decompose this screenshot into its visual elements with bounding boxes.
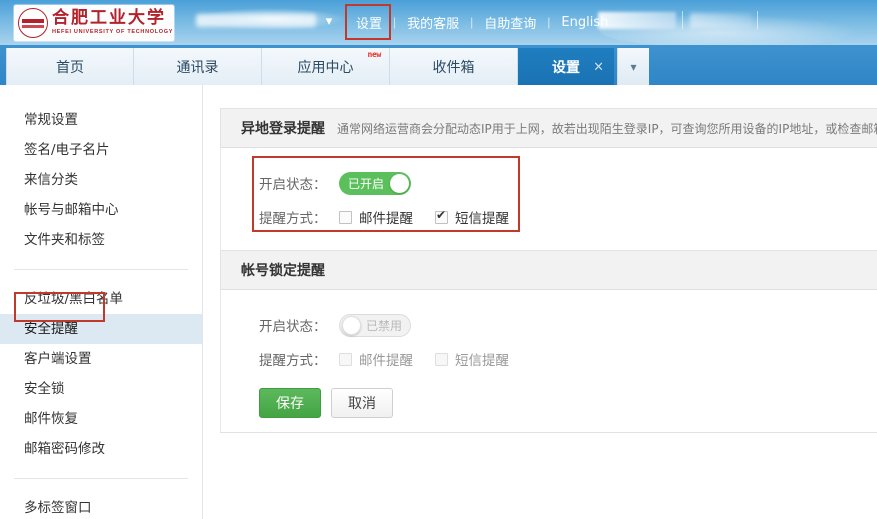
- row-enable-status-2: 开启状态： 已禁用: [221, 308, 877, 342]
- notify-method-label: 提醒方式：: [259, 211, 327, 227]
- section-header-remote-login: 异地登录提醒 通常网络运营商会分配动态IP用于上网，故若出现陌生登录IP，可查询…: [220, 108, 877, 148]
- top-nav: 设置 | 我的客服 | 自助查询 | English: [345, 10, 619, 34]
- top-nav-item-settings[interactable]: 设置: [345, 13, 393, 32]
- top-right-blurred-1: [598, 12, 676, 29]
- tab-label: 应用中心: [297, 59, 354, 76]
- cancel-button[interactable]: 取消: [331, 388, 393, 418]
- university-logo[interactable]: 合肥工业大学 HEFEI UNIVERSITY OF TECHNOLOGY: [14, 5, 174, 41]
- sidebar-item-account-center[interactable]: 帐号与邮箱中心: [0, 195, 202, 225]
- notify-method-label: 提醒方式：: [259, 353, 327, 369]
- account-lock-toggle[interactable]: 已禁用: [339, 313, 411, 337]
- settings-sidebar: 常规设置 签名/电子名片 来信分类 帐号与邮箱中心 文件夹和标签 反垃圾/黑白名…: [0, 85, 203, 519]
- checkbox-box[interactable]: [339, 352, 352, 366]
- section-header-account-lock: 帐号锁定提醒: [220, 250, 877, 290]
- top-right-blurred-2: [690, 13, 752, 28]
- tab-app-center[interactable]: 应用中心 new: [262, 48, 390, 85]
- enable-status-label: 开启状态：: [259, 319, 327, 335]
- checkbox-box[interactable]: [435, 209, 448, 224]
- tab-contacts[interactable]: 通讯录: [134, 48, 262, 85]
- checkbox-label: 短信提醒: [455, 211, 509, 227]
- tab-label: 通讯录: [176, 59, 219, 76]
- row-enable-status-1: 开启状态： 已开启: [221, 166, 877, 200]
- action-button-row: 保存 取消: [221, 388, 877, 418]
- top-header-bar: 合肥工业大学 HEFEI UNIVERSITY OF TECHNOLOGY ▾ …: [0, 0, 877, 45]
- toggle-label: 已禁用: [366, 318, 403, 333]
- user-email-blurred: [196, 14, 316, 27]
- checkbox-box[interactable]: [339, 210, 352, 224]
- chevron-down-icon: ▾: [630, 59, 637, 74]
- toggle-knob: [390, 173, 409, 193]
- sidebar-item-multi-tab[interactable]: 多标签窗口: [0, 493, 202, 519]
- new-badge: new: [367, 50, 381, 59]
- section-body-remote-login: 开启状态： 已开启 提醒方式： 邮件提醒 短信提醒: [220, 148, 877, 250]
- checkbox-sms-alert-2[interactable]: 短信提醒: [435, 349, 509, 369]
- sidebar-item-mail-recovery[interactable]: 邮件恢复: [0, 404, 202, 434]
- logo-chinese-name: 合肥工业大学: [52, 8, 166, 29]
- enable-status-label: 开启状态：: [259, 177, 327, 193]
- sidebar-item-general[interactable]: 常规设置: [0, 105, 202, 135]
- sidebar-item-security-alert[interactable]: 安全提醒: [0, 314, 202, 344]
- sidebar-divider: [14, 478, 188, 479]
- checkbox-sms-alert-1[interactable]: 短信提醒: [435, 207, 509, 227]
- sidebar-item-mail-filter[interactable]: 来信分类: [0, 165, 202, 195]
- section-title: 异地登录提醒: [241, 121, 325, 137]
- sidebar-item-security-lock[interactable]: 安全锁: [0, 374, 202, 404]
- toggle-knob: [342, 315, 361, 335]
- sidebar-item-antispam[interactable]: 反垃圾/黑白名单: [0, 284, 202, 314]
- row-notify-method-1: 提醒方式： 邮件提醒 短信提醒: [221, 200, 877, 234]
- checkbox-label: 邮件提醒: [359, 211, 413, 227]
- tab-strip: 首页 通讯录 应用中心 new 收件箱 设置 × ▾: [0, 45, 877, 85]
- tab-inbox[interactable]: 收件箱: [390, 48, 518, 85]
- remote-login-toggle[interactable]: 已开启: [339, 171, 411, 195]
- tab-overflow-button[interactable]: ▾: [617, 48, 649, 85]
- toggle-label: 已开启: [348, 176, 385, 191]
- section-body-account-lock: 开启状态： 已禁用 提醒方式： 邮件提醒 短信提醒 保存 取消: [220, 290, 877, 433]
- close-icon[interactable]: ×: [593, 59, 604, 74]
- settings-main-panel: 异地登录提醒 通常网络运营商会分配动态IP用于上网，故若出现陌生登录IP，可查询…: [220, 108, 877, 433]
- sidebar-item-client-settings[interactable]: 客户端设置: [0, 344, 202, 374]
- checkbox-box[interactable]: [435, 352, 448, 366]
- tab-label: 收件箱: [432, 59, 475, 76]
- sidebar-item-signature[interactable]: 签名/电子名片: [0, 135, 202, 165]
- section-title: 帐号锁定提醒: [241, 263, 325, 279]
- top-nav-item-support[interactable]: 我的客服: [396, 13, 470, 32]
- row-notify-method-2: 提醒方式： 邮件提醒 短信提醒: [221, 342, 877, 376]
- checkbox-email-alert-2[interactable]: 邮件提醒: [339, 349, 413, 369]
- tab-home[interactable]: 首页: [6, 48, 134, 85]
- checkbox-label: 短信提醒: [455, 353, 509, 369]
- tab-settings[interactable]: 设置 ×: [518, 48, 614, 85]
- university-seal-icon: [18, 8, 48, 38]
- mail-settings-page: 合肥工业大学 HEFEI UNIVERSITY OF TECHNOLOGY ▾ …: [0, 0, 877, 519]
- save-button[interactable]: 保存: [259, 388, 321, 418]
- chevron-down-icon[interactable]: ▾: [322, 14, 336, 28]
- sidebar-item-folders-labels[interactable]: 文件夹和标签: [0, 225, 202, 255]
- tab-label: 设置: [552, 59, 580, 76]
- nav-separator: [682, 11, 683, 29]
- sidebar-item-change-password[interactable]: 邮箱密码修改: [0, 434, 202, 464]
- top-nav-item-selfservice[interactable]: 自助查询: [473, 13, 547, 32]
- checkbox-email-alert-1[interactable]: 邮件提醒: [339, 207, 413, 227]
- checkbox-label: 邮件提醒: [359, 353, 413, 369]
- tab-label: 首页: [56, 59, 84, 76]
- sidebar-divider: [14, 269, 188, 270]
- nav-separator: [757, 11, 758, 29]
- logo-english-name: HEFEI UNIVERSITY OF TECHNOLOGY: [52, 29, 174, 36]
- section-description: 通常网络运营商会分配动态IP用于上网，故若出现陌生登录IP，可查询您所用设备的I…: [337, 121, 877, 136]
